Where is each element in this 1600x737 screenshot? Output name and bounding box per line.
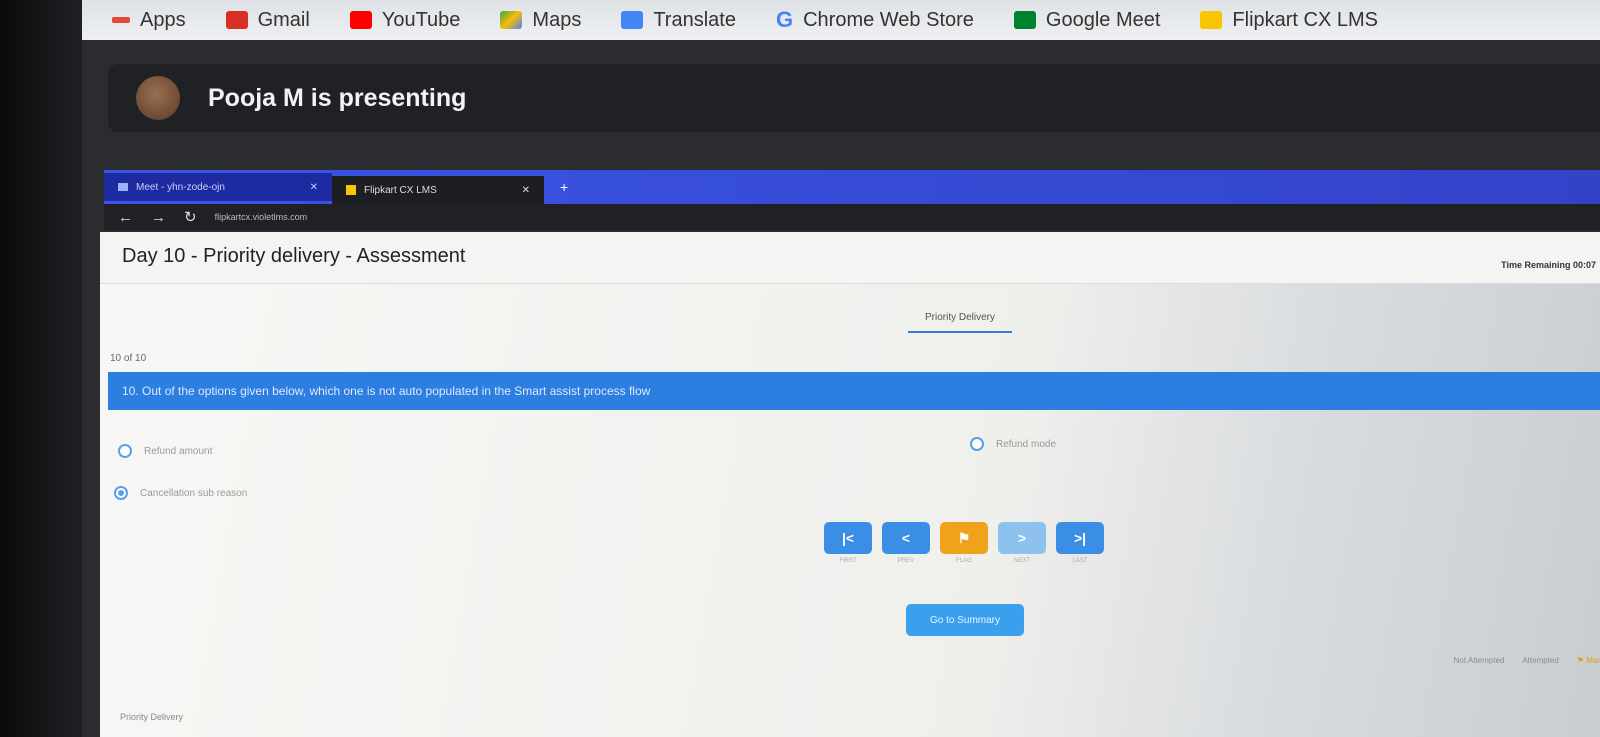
- flag-label: FLAG: [956, 558, 972, 564]
- avatar: [136, 76, 180, 120]
- bookmark-flipkart[interactable]: Flipkart CX LMS: [1200, 9, 1378, 32]
- status-legend: Not Attempted Attempted ⚑ Mar: [1454, 656, 1600, 665]
- bookmark-apps[interactable]: Apps: [112, 9, 186, 32]
- bookmark-google-meet[interactable]: Google Meet: [1013, 8, 1161, 32]
- google-meet-icon: [1013, 11, 1036, 29]
- option-label: Cancellation sub reason: [140, 487, 248, 499]
- bookmark-label: Flipkart CX LMS: [1232, 8, 1379, 31]
- option-refund-mode[interactable]: Refund mode: [970, 437, 1056, 451]
- bookmark-label: Translate: [653, 8, 736, 31]
- bookmark-maps[interactable]: Maps: [500, 9, 581, 32]
- presenter-banner: Pooja M is presenting: [108, 64, 1600, 132]
- question-navigation: |< < ⚑ > >|: [824, 522, 1104, 554]
- translate-icon: [621, 11, 644, 29]
- tab-label: Flipkart CX LMS: [364, 184, 437, 196]
- inner-tab-strip: Meet - yhn-zode-ojn ✕ Flipkart CX LMS ✕ …: [104, 170, 1600, 204]
- question-text: 10. Out of the options given below, whic…: [108, 372, 1600, 410]
- legend-marked-label: Mar: [1586, 656, 1600, 665]
- time-remaining: Time Remaining 00:07: [1501, 260, 1596, 270]
- tab-label: Meet - yhn-zode-ojn: [136, 181, 225, 193]
- bookmark-label: YouTube: [381, 8, 461, 31]
- radio-button[interactable]: [118, 444, 132, 458]
- bookmark-label: Gmail: [257, 8, 310, 31]
- meet-tab-icon: [118, 183, 128, 191]
- legend-not-attempted: Not Attempted: [1453, 656, 1505, 665]
- youtube-icon: [349, 11, 372, 29]
- reload-icon[interactable]: ↻: [184, 208, 197, 226]
- bookmark-label: Apps: [140, 8, 186, 31]
- legend-marked: ⚑ Mar: [1576, 656, 1600, 665]
- page-title: Day 10 - Priority delivery - Assessment: [122, 245, 466, 267]
- last-label: LAST: [1072, 558, 1088, 564]
- bookmark-translate[interactable]: Translate: [621, 9, 736, 32]
- flipkart-icon: [1200, 11, 1223, 29]
- question-progress: 10 of 10: [110, 353, 147, 364]
- tab-priority-delivery[interactable]: Priority Delivery: [908, 312, 1012, 333]
- legend-attempted: Attempted: [1522, 656, 1559, 665]
- option-cancellation-sub-reason[interactable]: Cancellation sub reason: [114, 486, 247, 500]
- prev-button[interactable]: <: [882, 522, 930, 554]
- go-to-summary-button[interactable]: Go to Summary: [906, 604, 1024, 636]
- option-label: Refund amount: [144, 445, 213, 457]
- first-label: FIRST: [839, 558, 857, 564]
- new-tab-button[interactable]: +: [560, 179, 568, 195]
- navigation-labels: FIRST PREV FLAG NEXT LAST: [824, 558, 1104, 564]
- monitor-bezel: [0, 0, 82, 737]
- chrome-web-store-icon: G: [775, 7, 794, 32]
- bookmark-chrome-web-store[interactable]: G Chrome Web Store: [776, 7, 974, 33]
- bookmarks-bar: Apps Gmail YouTube Maps Translate G Chro…: [82, 0, 1600, 40]
- assessment-page: Day 10 - Priority delivery - Assessment …: [100, 232, 1600, 737]
- flag-button[interactable]: ⚑: [940, 522, 988, 554]
- back-arrow-icon[interactable]: ←: [118, 209, 133, 226]
- close-icon[interactable]: ✕: [522, 185, 530, 196]
- close-icon[interactable]: ✕: [310, 182, 318, 193]
- url-field[interactable]: flipkartcx.violetlms.com: [215, 212, 308, 222]
- tab-flipkart[interactable]: Flipkart CX LMS ✕: [332, 176, 544, 204]
- next-button[interactable]: >: [998, 522, 1046, 554]
- prev-label: PREV: [897, 558, 915, 564]
- bookmark-label: Google Meet: [1045, 8, 1161, 31]
- bookmark-gmail[interactable]: Gmail: [225, 8, 310, 32]
- page-header: Day 10 - Priority delivery - Assessment …: [100, 232, 1600, 284]
- first-button[interactable]: |<: [824, 522, 872, 554]
- footer-section-link[interactable]: Priority Delivery: [120, 712, 183, 722]
- bookmark-label: Maps: [532, 8, 582, 31]
- inner-address-bar: ← → ↻ flipkartcx.violetlms.com: [104, 204, 1600, 230]
- radio-button[interactable]: [970, 437, 984, 451]
- maps-icon: [500, 11, 523, 29]
- flipkart-tab-icon: [346, 185, 356, 195]
- radio-button-selected[interactable]: [114, 486, 128, 500]
- gmail-icon: [225, 11, 248, 29]
- bookmark-label: Chrome Web Store: [803, 8, 974, 31]
- tab-meet[interactable]: Meet - yhn-zode-ojn ✕: [104, 173, 332, 201]
- option-label: Refund mode: [996, 438, 1057, 450]
- last-button[interactable]: >|: [1056, 522, 1104, 554]
- option-refund-amount[interactable]: Refund amount: [118, 444, 212, 458]
- forward-arrow-icon[interactable]: →: [151, 209, 166, 226]
- next-label: NEXT: [1013, 558, 1030, 564]
- bookmark-youtube[interactable]: YouTube: [349, 8, 461, 32]
- apps-grid-icon: [112, 17, 130, 23]
- presenting-label: Pooja M is presenting: [208, 83, 467, 112]
